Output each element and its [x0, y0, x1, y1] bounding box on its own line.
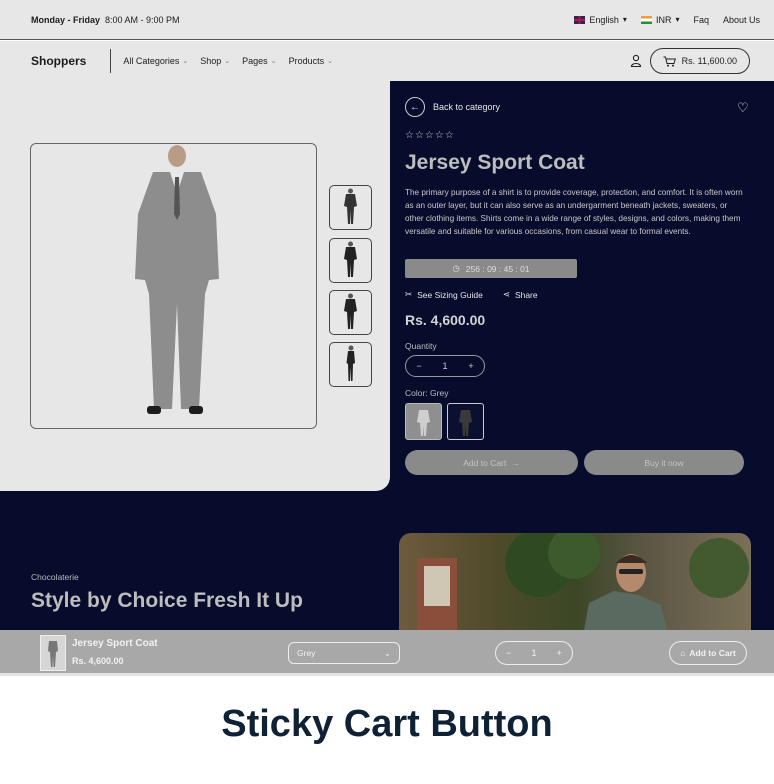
promo-title: Style by Choice Fresh It Up — [31, 589, 303, 612]
timer-value: 256 : 09 : 45 : 01 — [465, 263, 530, 274]
product-title: Jersey Sport Coat — [405, 151, 585, 174]
nav-divider — [110, 49, 112, 73]
scissors-icon: ✂ — [405, 289, 413, 299]
share-link[interactable]: ⋖ Share — [503, 289, 538, 300]
nav-products[interactable]: Products ⌄ — [289, 56, 333, 66]
main-navbar: Shoppers All Categories ⌄ Shop ⌄ Pages ⌄ Pr… — [0, 41, 774, 81]
arrow-left-icon: ← — [405, 97, 425, 117]
promo-subtitle: Chocolaterie — [31, 572, 79, 582]
product-description: The primary purpose of a shirt is to pro… — [405, 188, 743, 236]
countdown-timer: ◷ 256 : 09 : 45 : 01 — [405, 259, 577, 278]
about-link[interactable]: About Us — [723, 15, 760, 25]
nav-pages[interactable]: Pages ⌄ — [242, 56, 276, 66]
cart-icon — [663, 56, 676, 67]
uk-flag-icon — [574, 15, 586, 24]
plus-icon[interactable]: + — [557, 648, 562, 658]
color-swatch-grey[interactable] — [405, 403, 442, 440]
quantity-label: Quantity — [405, 341, 437, 351]
currency-label: INR — [655, 14, 672, 25]
product-main-image[interactable] — [30, 143, 317, 429]
cart-button[interactable]: Rs. 11,600.00 — [649, 48, 750, 74]
thumbnail-4[interactable] — [329, 342, 372, 387]
rating-stars: ☆☆☆☆☆ — [405, 130, 455, 141]
page-caption: Sticky Cart Button — [221, 703, 553, 745]
chevron-down-icon: ⌄ — [270, 58, 277, 65]
promo-image — [399, 533, 751, 630]
nav-shop[interactable]: Shop ⌄ — [200, 56, 230, 66]
business-hours: 8:00 AM - 9:00 PM — [105, 14, 180, 25]
chevron-down-icon: ⌄ — [327, 58, 333, 65]
chevron-down-icon: ⌄ — [224, 58, 231, 65]
quantity-value: 1 — [442, 361, 448, 371]
user-icon[interactable] — [630, 54, 642, 69]
top-info-bar: Monday - Friday 8:00 AM - 9:00 PM Englis… — [0, 0, 774, 40]
back-label: Back to category — [433, 102, 501, 112]
sticky-product-thumbnail — [40, 635, 66, 671]
clock-icon: ◷ — [452, 263, 460, 273]
sizing-guide-link[interactable]: ✂ See Sizing Guide — [405, 289, 483, 300]
chevron-down-icon: ⌄ — [182, 58, 189, 65]
arrow-right-icon: → — [511, 457, 520, 468]
faq-link[interactable]: Faq — [693, 15, 709, 25]
minus-icon[interactable]: − — [506, 648, 511, 658]
brand-logo[interactable]: Shoppers — [31, 54, 86, 68]
thumbnail-1[interactable] — [329, 185, 372, 230]
product-price: Rs. 4,600.00 — [405, 312, 486, 328]
chevron-down-icon: ▾ — [675, 15, 680, 24]
wishlist-heart-icon[interactable]: ♡ — [737, 100, 749, 116]
buy-now-button[interactable]: Buy it now — [584, 450, 744, 475]
currency-selector[interactable]: INR ▾ — [640, 14, 680, 25]
add-to-cart-button[interactable]: Add to Cart → — [405, 450, 578, 475]
chevron-down-icon: ⌄ — [383, 647, 391, 658]
product-links: ✂ See Sizing Guide ⋖ Share — [405, 289, 538, 300]
sticky-product-price: Rs. 4,600.00 — [72, 656, 124, 666]
sticky-add-to-cart-button[interactable]: ⌂ Add to Cart — [669, 641, 747, 665]
nav-all-categories[interactable]: All Categories ⌄ — [123, 56, 188, 66]
share-icon: ⋖ — [502, 289, 510, 299]
plus-icon[interactable]: + — [468, 361, 473, 371]
thumbnail-3[interactable] — [329, 290, 372, 335]
shopping-bag-icon: ⌂ — [680, 648, 686, 658]
color-label: Color: Grey — [405, 388, 449, 398]
business-days: Monday - Friday — [31, 14, 101, 25]
cart-total: Rs. 11,600.00 — [681, 56, 737, 66]
quantity-stepper[interactable]: − 1 + — [405, 355, 485, 377]
minus-icon[interactable]: − — [416, 361, 421, 371]
color-swatch-black[interactable] — [447, 403, 484, 440]
sticky-product-name: Jersey Sport Coat — [72, 638, 158, 649]
india-flag-icon — [640, 15, 652, 24]
chevron-down-icon: ▾ — [622, 15, 627, 24]
language-selector[interactable]: English ▾ — [574, 15, 627, 25]
sticky-color-select[interactable]: Grey ⌄ — [288, 642, 400, 664]
back-to-category[interactable]: ← Back to category — [405, 97, 500, 117]
sticky-cart-bar: Jersey Sport Coat Rs. 4,600.00 Grey ⌄ − … — [0, 630, 774, 676]
thumbnail-2[interactable] — [329, 238, 372, 283]
sticky-quantity-stepper[interactable]: − 1 + — [495, 641, 573, 665]
language-label: English — [589, 14, 619, 25]
